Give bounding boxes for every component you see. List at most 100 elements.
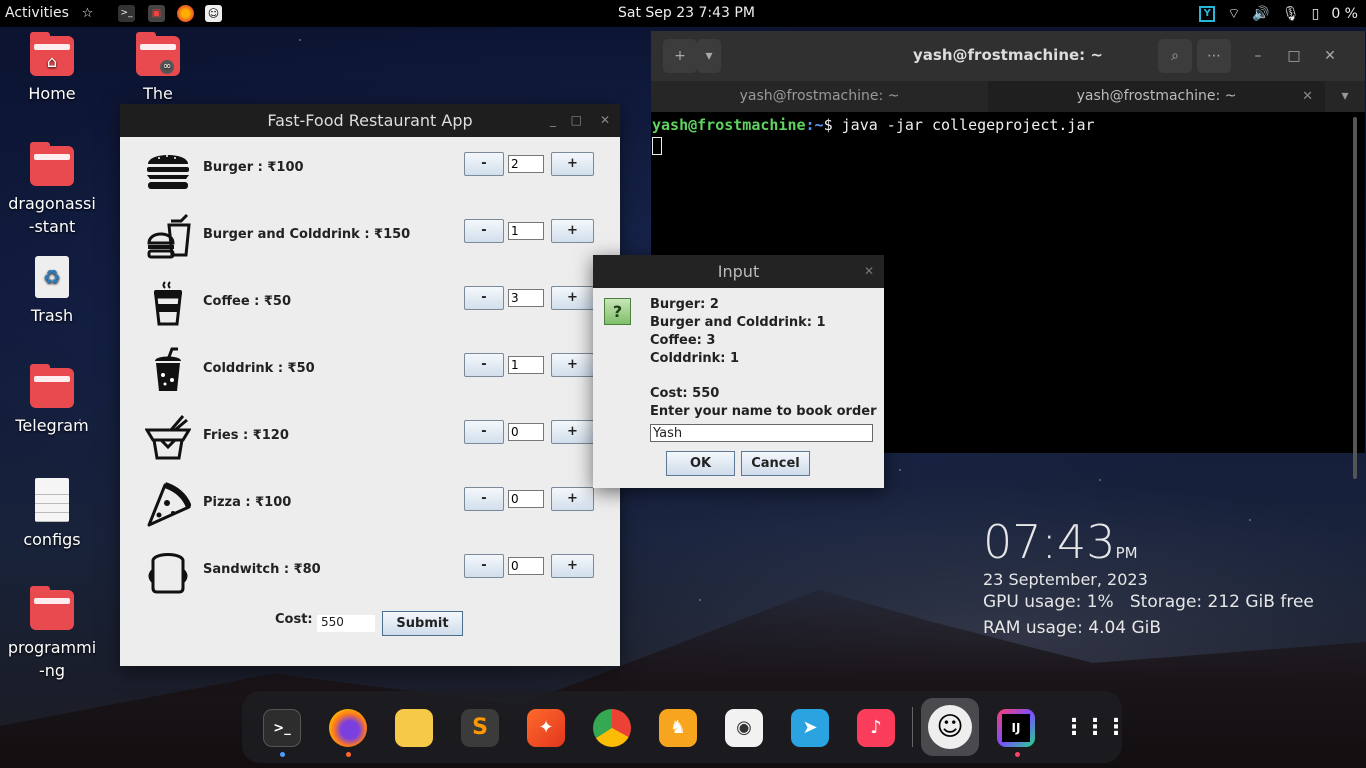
desktop-icon-telegram[interactable]: Telegram: [2, 364, 102, 437]
pizza-decrement-button[interactable]: -: [464, 487, 504, 511]
folder-icon: [30, 364, 74, 408]
sandwich-icon: [148, 553, 188, 594]
terminal-header: + ▾ yash@frostmachine: ~ ⌕ ⋯ – □ ✕: [651, 31, 1365, 81]
firewall-app-icon[interactable]: ✦: [527, 709, 565, 747]
menu-icon[interactable]: ⋯: [1197, 39, 1231, 73]
colddrink-increment-button[interactable]: +: [551, 353, 594, 377]
sandwich-quantity-input[interactable]: [508, 557, 544, 575]
sublime-text-app-icon[interactable]: S: [461, 709, 499, 747]
widget-time: 07:43: [983, 515, 1116, 569]
menu-row-burger-and-colddrink: Burger and Colddrink : ₹150 - +: [120, 209, 620, 259]
tabs-dropdown-icon[interactable]: ▾: [1325, 81, 1365, 112]
chef-tray-icon[interactable]: ☺: [205, 5, 222, 22]
star-icon[interactable]: ☆: [79, 5, 96, 22]
chef-app-icon[interactable]: ☺: [921, 698, 979, 756]
cancel-button[interactable]: Cancel: [741, 451, 810, 476]
pizza-quantity-input[interactable]: [508, 490, 544, 508]
chrome-app-icon[interactable]: [593, 709, 631, 747]
terminal-scrollbar[interactable]: [1353, 117, 1357, 479]
firefox-app-icon[interactable]: [329, 709, 367, 747]
intellij-app-icon[interactable]: IJ: [997, 709, 1035, 747]
trash-icon: ♻: [35, 256, 69, 298]
cost-value: 550: [317, 615, 375, 632]
coffee-increment-button[interactable]: +: [551, 286, 594, 310]
files-app-icon[interactable]: [395, 709, 433, 747]
desktop-icon-dragonassistant[interactable]: dragonassi-stant: [2, 142, 102, 238]
sandwich-increment-button[interactable]: +: [551, 554, 594, 578]
terminal-cursor: [652, 136, 662, 155]
fries-increment-button[interactable]: +: [551, 420, 594, 444]
desktop-icon-home[interactable]: ⌂ Home: [2, 32, 102, 105]
burger-icon: [147, 155, 189, 189]
burger-increment-button[interactable]: +: [551, 152, 594, 176]
question-icon: ?: [604, 298, 631, 325]
dialog-line: Coffee: 3: [650, 333, 716, 348]
menu-row-sandwich: Sandwitch : ₹80 - +: [120, 544, 620, 594]
fries-decrement-button[interactable]: -: [464, 420, 504, 444]
dialog-cost: Cost: 550: [650, 386, 720, 401]
document-icon: [35, 478, 69, 522]
app-titlebar: Fast-Food Restaurant App _ □ ✕: [120, 104, 620, 137]
terminal-tab-active[interactable]: yash@frostmachine: ~ ✕: [988, 81, 1325, 112]
desktop-icon-programming[interactable]: programmi-ng: [2, 586, 102, 682]
burger-colddrink-increment-button[interactable]: +: [551, 219, 594, 243]
burger-colddrink-decrement-button[interactable]: -: [464, 219, 504, 243]
minimize-icon[interactable]: –: [1241, 39, 1275, 73]
desktop-icon-the[interactable]: ∞ The: [108, 32, 208, 105]
submit-button[interactable]: Submit: [382, 611, 463, 636]
vpn-icon[interactable]: Y: [1199, 6, 1216, 22]
clock[interactable]: Sat Sep 23 7:43 PM: [618, 5, 755, 21]
folder-icon: [30, 586, 74, 630]
burger-decrement-button[interactable]: -: [464, 152, 504, 176]
music-app-icon[interactable]: ♪: [857, 709, 895, 747]
app-grid-icon[interactable]: ⋮⋮⋮: [1063, 709, 1127, 747]
mic-icon: 🎙: [1281, 6, 1300, 22]
pizza-icon: [147, 482, 191, 527]
camera-app-icon[interactable]: ◉: [725, 709, 763, 747]
close-icon[interactable]: ✕: [600, 104, 610, 137]
brave-app-icon[interactable]: ♞: [659, 709, 697, 747]
fries-quantity-input[interactable]: [508, 423, 544, 441]
burger-drink-icon: [147, 213, 191, 259]
desktop-clock-widget: 07:43PM 23 September, 2023 GPU usage: 1%…: [983, 515, 1314, 638]
sandwich-decrement-button[interactable]: -: [464, 554, 504, 578]
colddrink-quantity-input[interactable]: [508, 356, 544, 374]
desktop-icon-trash[interactable]: ♻ Trash: [2, 256, 102, 327]
burger-quantity-input[interactable]: [508, 155, 544, 173]
menu-row-fries: Fries : ₹120 - +: [120, 410, 620, 460]
maximize-icon[interactable]: □: [1277, 39, 1311, 73]
coffee-quantity-input[interactable]: [508, 289, 544, 307]
activities-button[interactable]: Activities: [5, 5, 69, 21]
coffee-decrement-button[interactable]: -: [464, 286, 504, 310]
menu-row-colddrink: Colddrink : ₹50 - +: [120, 343, 620, 393]
search-icon[interactable]: ⌕: [1158, 39, 1192, 73]
widget-gpu: GPU usage: 1%: [983, 592, 1114, 612]
battery-icon: ▯: [1311, 6, 1320, 22]
close-icon[interactable]: ✕: [1313, 39, 1347, 73]
terminal-tabs: yash@frostmachine: ~ yash@frostmachine: …: [651, 81, 1365, 112]
close-tab-icon[interactable]: ✕: [1302, 81, 1313, 112]
minimize-icon[interactable]: _: [550, 104, 556, 137]
telegram-app-icon[interactable]: ➤: [791, 709, 829, 747]
desktop-icon-configs[interactable]: configs: [2, 478, 102, 551]
pizza-increment-button[interactable]: +: [551, 487, 594, 511]
running-indicator: [280, 752, 285, 757]
name-input[interactable]: [650, 424, 873, 442]
colddrink-decrement-button[interactable]: -: [464, 353, 504, 377]
terminal-tray-icon[interactable]: >_: [118, 5, 135, 22]
terminal-output[interactable]: yash@frostmachine:~$ java -jar collegepr…: [651, 112, 1365, 158]
link-icon: ∞: [160, 60, 174, 74]
system-tray[interactable]: Y ⌔ 🔊 🎙 ▯ 0 %: [1199, 5, 1358, 23]
burger-colddrink-quantity-input[interactable]: [508, 222, 544, 240]
intellij-tray-icon[interactable]: ▣: [148, 5, 165, 22]
widget-ram: RAM usage: 4.04 GiB: [983, 618, 1162, 638]
firefox-tray-icon[interactable]: [177, 5, 194, 22]
terminal-command: java -jar collegeproject.jar: [841, 116, 1095, 134]
dock: >_ S ✦ ♞ ◉ ➤ ♪ ☺ IJ ⋮⋮⋮: [242, 691, 1127, 763]
terminal-tab[interactable]: yash@frostmachine: ~: [651, 81, 988, 112]
maximize-icon[interactable]: □: [571, 104, 582, 137]
ok-button[interactable]: OK: [666, 451, 735, 476]
close-icon[interactable]: ✕: [864, 255, 874, 288]
dialog-line: Colddrink: 1: [650, 351, 740, 366]
terminal-app-icon[interactable]: >_: [263, 709, 301, 747]
